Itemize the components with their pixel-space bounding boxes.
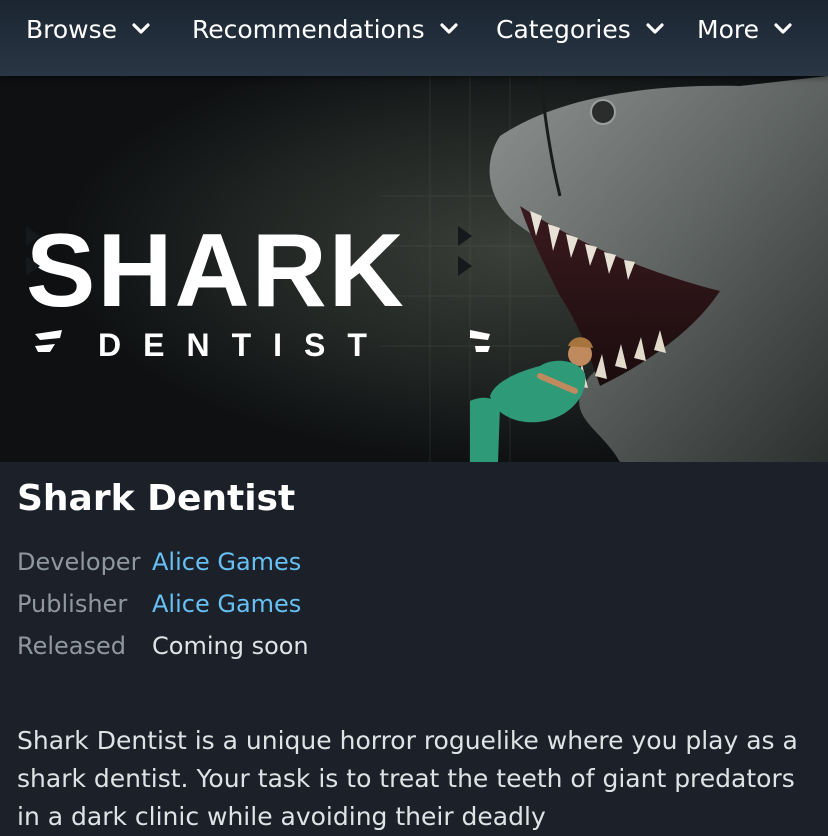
release-date: Coming soon bbox=[152, 632, 309, 660]
nav-browse-label: Browse bbox=[26, 14, 118, 44]
developer-row: Developer Alice Games bbox=[17, 545, 301, 579]
released-row: Released Coming soon bbox=[17, 629, 309, 663]
logo-main-text: SHARK bbox=[26, 213, 406, 329]
top-nav: Browse Recommendations Categories More bbox=[0, 0, 828, 76]
nav-browse[interactable]: Browse bbox=[26, 12, 151, 46]
developer-link[interactable]: Alice Games bbox=[152, 548, 301, 576]
game-description: Shark Dentist is a unique horror rogueli… bbox=[17, 726, 798, 831]
released-label: Released bbox=[17, 632, 127, 660]
developer-label: Developer bbox=[17, 548, 141, 576]
nav-more-label: More bbox=[697, 14, 759, 44]
chevron-down-icon bbox=[773, 19, 793, 39]
game-title: Shark Dentist bbox=[17, 478, 296, 519]
nav-more[interactable]: More bbox=[697, 12, 793, 46]
hero-artwork: SHARK DENTIST bbox=[0, 76, 828, 462]
nav-categories-label: Categories bbox=[496, 14, 631, 44]
chevron-down-icon bbox=[645, 19, 665, 39]
publisher-row: Publisher Alice Games bbox=[17, 587, 301, 621]
chevron-down-icon bbox=[439, 19, 459, 39]
publisher-link[interactable]: Alice Games bbox=[152, 590, 301, 618]
hero-capsule-image[interactable]: SHARK DENTIST bbox=[0, 76, 828, 462]
chevron-down-icon bbox=[131, 19, 151, 39]
nav-recommendations-label: Recommendations bbox=[192, 14, 425, 44]
publisher-label: Publisher bbox=[17, 590, 128, 618]
nav-recommendations[interactable]: Recommendations bbox=[192, 12, 459, 46]
nav-categories[interactable]: Categories bbox=[496, 12, 665, 46]
logo-sub-text: DENTIST bbox=[98, 327, 389, 363]
